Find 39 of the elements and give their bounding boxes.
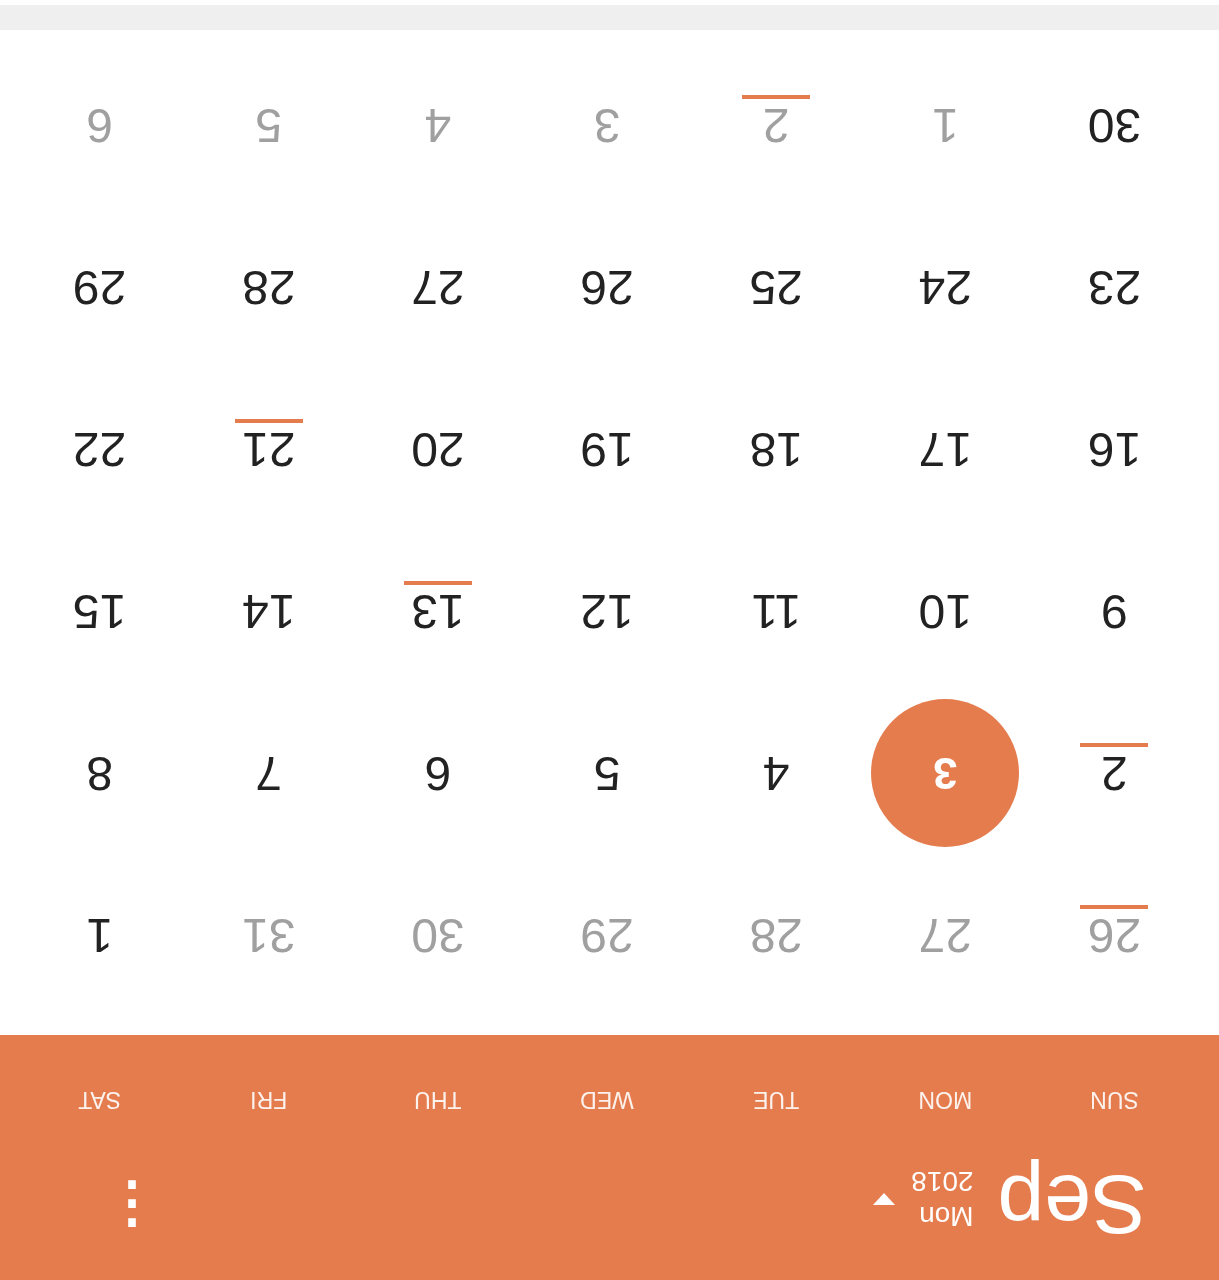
day-cell[interactable]: 20 xyxy=(363,375,512,523)
day-cell[interactable]: 27 xyxy=(363,213,512,361)
day-cell[interactable]: 29 xyxy=(25,213,174,361)
day-cell[interactable]: 24 xyxy=(871,213,1020,361)
day-cell[interactable]: 17 xyxy=(871,375,1020,523)
day-cell[interactable]: 18 xyxy=(702,375,851,523)
day-cell[interactable]: 4 xyxy=(702,699,851,847)
day-cell[interactable]: 16 xyxy=(1040,375,1189,523)
day-cell[interactable]: 1 xyxy=(25,861,174,1009)
day-cell[interactable]: 28 xyxy=(194,213,343,361)
day-cell[interactable]: 23 xyxy=(1040,213,1189,361)
weekday-header: SAT xyxy=(78,1086,122,1116)
day-cell[interactable]: 2 xyxy=(1040,699,1189,847)
day-cell[interactable]: 5 xyxy=(533,699,681,847)
day-cell[interactable]: 26 xyxy=(533,213,681,361)
day-cell[interactable]: 10 xyxy=(871,537,1020,685)
weekday-label: Mon xyxy=(918,1200,974,1234)
weekday-header: SUN xyxy=(1090,1086,1139,1116)
day-cell[interactable]: 8 xyxy=(25,699,174,847)
day-cell[interactable]: 13 xyxy=(363,537,512,685)
weekday-header: MON xyxy=(918,1086,973,1116)
day-cell[interactable]: 30 xyxy=(1040,51,1189,199)
year-label: 2018 xyxy=(911,1165,974,1199)
day-cell[interactable]: 25 xyxy=(702,213,851,361)
weekday-header: WED xyxy=(580,1086,634,1116)
weekday-header: THU xyxy=(414,1086,462,1116)
day-cell[interactable]: 7 xyxy=(194,699,343,847)
dropdown-caret-icon xyxy=(873,1193,896,1205)
day-cell[interactable]: 6 xyxy=(363,699,512,847)
day-cell[interactable]: 15 xyxy=(25,537,174,685)
weekday-header: FRI xyxy=(250,1086,288,1116)
day-cell[interactable]: 12 xyxy=(533,537,681,685)
day-cell[interactable]: 14 xyxy=(194,537,343,685)
day-cell[interactable]: 22 xyxy=(25,375,174,523)
weekday-header: TUE xyxy=(753,1086,800,1116)
day-cell[interactable]: 9 xyxy=(1040,537,1189,685)
day-cell[interactable]: 19 xyxy=(533,375,681,523)
day-cell[interactable]: 21 xyxy=(194,375,343,523)
day-cell[interactable]: 11 xyxy=(702,537,851,685)
